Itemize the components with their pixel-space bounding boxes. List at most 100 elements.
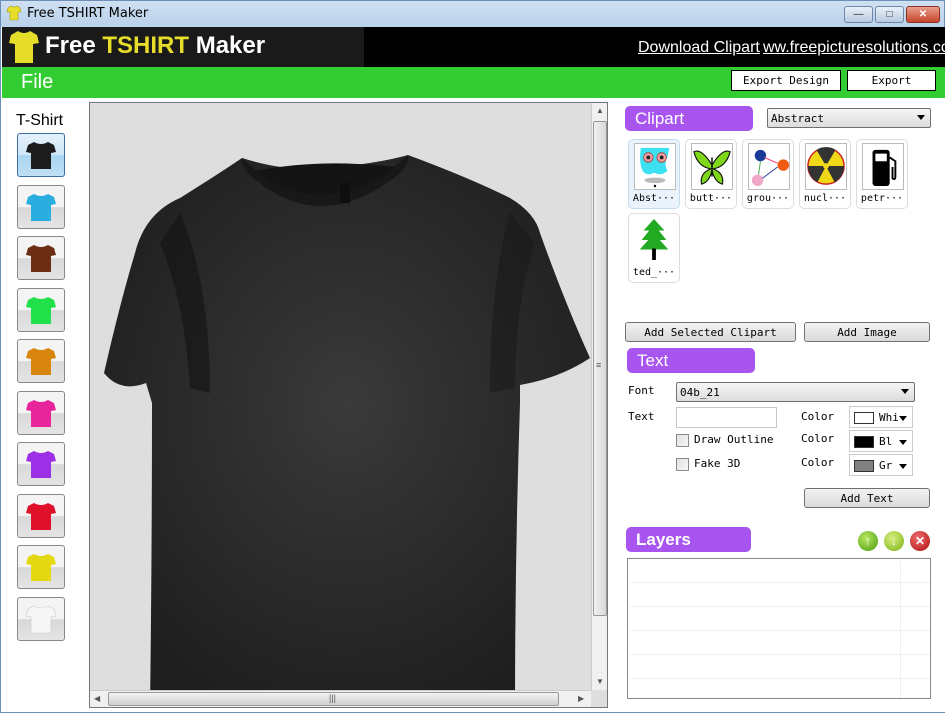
window-title: Free TSHIRT Maker [27,6,149,21]
text-color-picker[interactable]: Whi [849,406,913,428]
add-image-button[interactable]: Add Image [804,322,930,342]
move-layer-down-button[interactable]: ↓ [884,531,904,551]
vertical-scroll-thumb[interactable]: ≡ [593,121,607,616]
tshirt-swatch-black[interactable] [17,133,65,177]
color-swatch [854,460,874,472]
delete-icon: ✕ [914,534,926,548]
layer-row-empty [630,607,930,631]
scroll-right-arrow-icon[interactable]: ▶ [578,694,584,703]
tshirt-swatch-red[interactable] [17,493,65,538]
header-banner: Free TSHIRT Maker Download Clipart ww.fr… [2,27,945,67]
tshirt-swatch-cyan[interactable] [17,184,65,229]
tshirt-icon [26,348,56,375]
layer-row-empty [630,655,930,679]
delete-layer-button[interactable]: ✕ [910,531,930,551]
add-selected-clipart-button[interactable]: Add Selected Clipart [625,322,796,342]
tshirt-icon [26,502,56,530]
clipart-item[interactable]: grou··· [742,139,794,209]
tree-icon [634,217,676,264]
horizontal-scroll-thumb[interactable]: ||| [108,692,559,706]
arrow-up-icon: ↑ [865,534,871,548]
color-swatch [854,412,874,424]
scroll-left-arrow-icon[interactable]: ◀ [94,694,100,703]
website-link[interactable]: ww.freepicturesolutions.co [763,39,945,57]
scroll-down-arrow-icon[interactable]: ▼ [596,677,604,686]
horizontal-scrollbar[interactable]: ◀ ||| ▶ [90,690,591,707]
font-label: Font [628,384,655,397]
export-button[interactable]: Export [847,70,936,91]
grip-icon: ≡ [596,360,602,370]
chevron-down-icon [901,389,909,394]
file-menu[interactable]: File [21,71,53,94]
layers-list[interactable] [627,558,931,699]
minimize-icon: — [853,9,864,20]
title-bar: Free TSHIRT Maker — □ ✕ [1,1,944,27]
tshirt-swatch-orange[interactable] [17,339,65,383]
layers-header-text: Layers [636,529,691,549]
layer-row-empty [630,631,930,655]
tshirt-swatch-purple[interactable] [17,442,65,486]
clipart-caption: Abst··· [632,193,676,204]
clipart-item[interactable]: butt··· [685,139,737,209]
color-swatch [854,436,874,448]
scroll-up-arrow-icon[interactable]: ▲ [596,106,604,115]
tshirt-preview [104,155,590,707]
fake-3d-checkbox[interactable] [676,458,689,471]
fake-3d-color-label: Color [801,456,835,469]
color-name: Bl [879,435,893,448]
clipart-category-value: Abstract [771,111,824,125]
font-select[interactable]: 04b_21 [676,382,915,402]
menu-bar: File Export Design Export [2,67,945,98]
tshirt-swatch-yellow[interactable] [17,545,65,589]
logo-word-tshirt: TSHIRT [102,32,190,59]
logo-text: Free TSHIRT Maker [45,32,265,60]
tshirt-icon [26,554,56,581]
font-value: 04b_21 [680,385,720,399]
butterfly-icon [691,143,733,190]
tshirt-swatch-white[interactable] [17,596,65,641]
layer-row-empty [630,583,930,607]
tshirt-swatch-pink[interactable] [17,390,65,435]
clipart-item[interactable]: petr··· [856,139,908,209]
text-label: Text [628,410,655,423]
maximize-button[interactable]: □ [875,6,904,23]
clipart-section-header: Clipart [625,106,753,131]
tshirt-icon [25,605,57,633]
text-input[interactable] [676,407,777,428]
outline-color-picker[interactable]: Bl [849,430,913,452]
app-tshirt-icon [6,5,22,21]
tools-panel: Clipart Abstract Abst··· butt··· grou··· nu… [609,98,945,712]
grip-icon: ||| [329,693,337,703]
tshirt-icon [26,193,56,221]
tshirt-icon [26,296,56,324]
vertical-scrollbar[interactable]: ▲ ≡ ▼ [591,103,607,690]
color-name: Gr [879,459,893,472]
chevron-down-icon [917,115,925,120]
arrow-down-icon: ↓ [891,534,897,548]
clipart-category-select[interactable]: Abstract [767,108,931,128]
download-clipart-link[interactable]: Download Clipart [638,39,760,57]
text-color-label: Color [801,410,835,423]
minimize-button[interactable]: — [844,6,873,23]
tshirt-swatch-green[interactable] [17,287,65,332]
logo-tshirt-icon [9,31,39,63]
clipart-item[interactable]: Abst··· [628,139,680,209]
add-text-button[interactable]: Add Text [804,488,930,508]
clipart-item[interactable]: nucl··· [799,139,851,209]
close-button[interactable]: ✕ [906,6,940,23]
color-name: Whi [879,411,899,424]
draw-outline-label: Draw Outline [694,433,774,446]
layers-section-header: Layers [626,527,751,552]
move-layer-up-button[interactable]: ↑ [858,531,878,551]
petrol-pump-icon [862,143,904,190]
draw-outline-checkbox[interactable] [676,434,689,447]
clipart-caption: grou··· [746,193,790,204]
clipart-item[interactable]: ted_··· [628,213,680,283]
text-header-text: Text [637,350,669,370]
tshirt-label: T-Shirt [16,112,64,129]
clipart-caption: ted_··· [632,267,676,278]
tshirt-swatch-brown[interactable] [17,236,65,280]
fake-3d-color-picker[interactable]: Gr [849,454,913,476]
design-canvas[interactable] [89,102,608,708]
export-design-button[interactable]: Export Design [731,70,841,91]
